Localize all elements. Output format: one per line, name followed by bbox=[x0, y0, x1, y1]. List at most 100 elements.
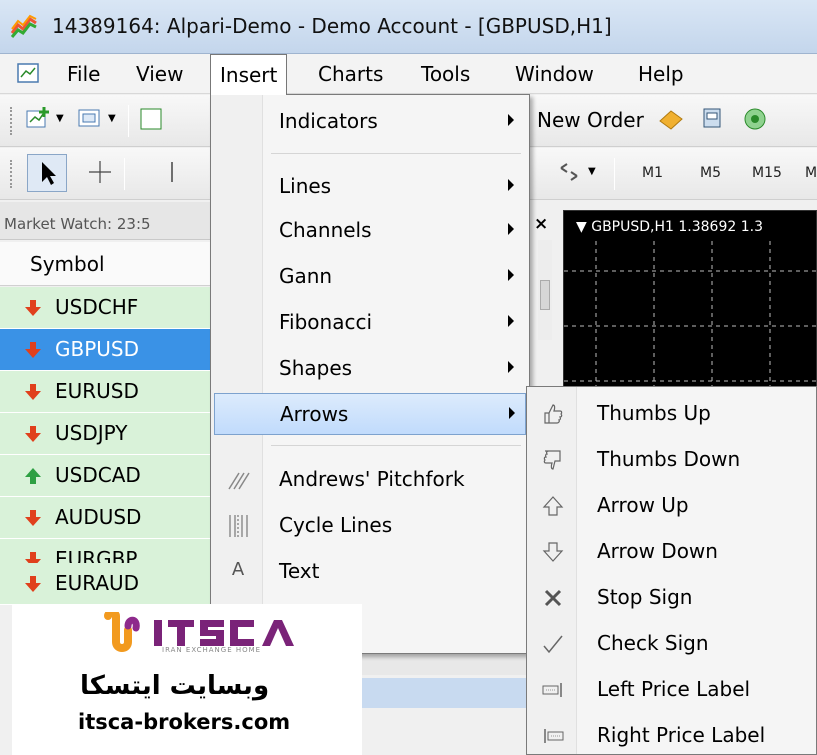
timeframe-m15-button[interactable]: M15 bbox=[752, 165, 782, 181]
menu-tools[interactable]: Tools bbox=[421, 62, 470, 86]
menu-item-label: Arrows bbox=[280, 402, 349, 426]
menu-item-cycle-lines[interactable]: Cycle Lines bbox=[211, 505, 529, 547]
arrow-down-icon bbox=[25, 426, 41, 442]
check-sign-icon bbox=[543, 635, 563, 654]
menu-item-stop-sign[interactable]: Stop Sign bbox=[527, 575, 816, 620]
chevron-down-icon[interactable]: ▼ bbox=[108, 113, 116, 124]
menu-item-thumbs-up[interactable]: Thumbs Up bbox=[527, 391, 816, 436]
expert-advisors-icon[interactable] bbox=[657, 105, 685, 133]
symbol-name: USDJPY bbox=[55, 421, 128, 445]
autotrading-icon[interactable] bbox=[741, 105, 769, 133]
scrollbar-thumb[interactable] bbox=[540, 280, 550, 310]
new-chart-icon[interactable] bbox=[24, 105, 52, 133]
title-bar: 14389164: Alpari-Demo - Demo Account - [… bbox=[0, 0, 817, 54]
close-icon[interactable]: × bbox=[534, 214, 548, 234]
toolbar-grip[interactable] bbox=[10, 107, 14, 135]
arrows-tool-icon[interactable] bbox=[555, 158, 583, 186]
cycle-lines-icon bbox=[229, 515, 248, 537]
menu-item-arrow-up[interactable]: Arrow Up bbox=[527, 483, 816, 528]
table-row[interactable]: USDCAD bbox=[0, 455, 210, 497]
menu-item-arrow-down[interactable]: Arrow Down bbox=[527, 529, 816, 574]
window-title: 14389164: Alpari-Demo - Demo Account - [… bbox=[52, 14, 612, 38]
table-row[interactable]: EURAUD bbox=[0, 563, 210, 605]
itsca-watermark: IRAN EXCHANGE HOME وبسایت ایتسکا itsca-b… bbox=[12, 604, 362, 755]
chevron-down-icon[interactable]: ▼ bbox=[56, 113, 64, 124]
itsca-logo-icon bbox=[104, 612, 140, 652]
profiles-icon[interactable] bbox=[76, 105, 104, 133]
menu-item-right-price-label[interactable]: Right Price Label bbox=[527, 713, 816, 755]
menu-item-thumbs-down[interactable]: Thumbs Down bbox=[527, 437, 816, 482]
menu-file[interactable]: File bbox=[67, 62, 100, 86]
submenu-arrow-icon bbox=[508, 223, 514, 235]
cursor-button[interactable] bbox=[27, 154, 67, 192]
menu-item-shapes[interactable]: Shapes bbox=[211, 348, 529, 390]
menu-item-label: Left Price Label bbox=[597, 677, 751, 701]
menu-item-text[interactable]: A Text bbox=[211, 551, 529, 593]
arrow-up-icon bbox=[542, 496, 564, 516]
timeframe-m1-button[interactable]: M1 bbox=[642, 165, 663, 181]
table-row-selected[interactable]: GBPUSD bbox=[0, 329, 210, 371]
menu-item-label: Stop Sign bbox=[597, 585, 693, 609]
text-icon: A bbox=[231, 559, 245, 580]
timeframe-button[interactable]: M bbox=[805, 165, 817, 181]
menu-item-check-sign[interactable]: Check Sign bbox=[527, 621, 816, 666]
menu-item-gann[interactable]: Gann bbox=[211, 256, 529, 298]
arrow-down-icon bbox=[25, 510, 41, 526]
menu-item-andrews-pitchfork[interactable]: Andrews' Pitchfork bbox=[211, 459, 529, 501]
menu-item-label: Lines bbox=[279, 174, 332, 198]
chart-window[interactable]: ▼ GBPUSD,H1 1.38692 1.3 bbox=[563, 210, 817, 411]
chart-grid bbox=[564, 241, 817, 411]
menu-item-label: Arrow Up bbox=[597, 493, 689, 517]
menu-charts[interactable]: Charts bbox=[318, 62, 383, 86]
arrow-down-icon bbox=[25, 342, 41, 358]
stop-sign-icon bbox=[544, 589, 562, 607]
table-row[interactable]: AUDUSD bbox=[0, 497, 210, 539]
menu-item-lines[interactable]: Lines bbox=[211, 166, 529, 208]
menu-separator bbox=[271, 445, 521, 446]
market-watch-scrollbar[interactable] bbox=[538, 240, 552, 340]
arrow-down-icon bbox=[25, 576, 41, 592]
menu-view[interactable]: View bbox=[136, 62, 183, 86]
table-row[interactable]: USDJPY bbox=[0, 413, 210, 455]
menu-item-label: Right Price Label bbox=[597, 723, 766, 747]
menu-item-left-price-label[interactable]: Left Price Label bbox=[527, 667, 816, 712]
menu-window[interactable]: Window bbox=[515, 62, 594, 86]
menu-item-fibonacci[interactable]: Fibonacci bbox=[211, 302, 529, 344]
new-order-button[interactable]: New Order bbox=[537, 108, 644, 132]
strategy-tester-icon[interactable] bbox=[699, 105, 727, 133]
chart-document-icon[interactable] bbox=[16, 62, 42, 86]
insert-dropdown-menu: Indicators Lines Channels Gann Fibonacci… bbox=[210, 94, 530, 654]
itsca-tagline: IRAN EXCHANGE HOME bbox=[162, 646, 262, 654]
menu-insert[interactable]: Insert bbox=[210, 54, 288, 95]
arrow-down-icon bbox=[542, 542, 564, 562]
toolbar-grip[interactable] bbox=[10, 160, 14, 188]
crosshair-icon[interactable] bbox=[86, 158, 114, 186]
symbol-column-label: Symbol bbox=[30, 252, 105, 276]
vertical-line-icon[interactable] bbox=[158, 158, 186, 186]
timeframe-m5-button[interactable]: M5 bbox=[700, 165, 721, 181]
menu-item-label: Thumbs Down bbox=[597, 447, 741, 471]
menu-item-label: Arrow Down bbox=[597, 539, 718, 563]
table-row[interactable]: USDCHF bbox=[0, 287, 210, 329]
menu-item-label: Shapes bbox=[279, 356, 353, 380]
symbol-name: USDCAD bbox=[55, 463, 141, 487]
table-row[interactable]: EURUSD bbox=[0, 371, 210, 413]
menu-help[interactable]: Help bbox=[638, 62, 684, 86]
arrow-down-icon bbox=[25, 300, 41, 316]
submenu-arrow-icon bbox=[508, 361, 514, 373]
symbol-name: GBPUSD bbox=[55, 337, 140, 361]
menu-item-label: Check Sign bbox=[597, 631, 709, 655]
menu-item-indicators[interactable]: Indicators bbox=[211, 101, 529, 143]
itsca-url: itsca-brokers.com bbox=[78, 710, 291, 734]
menu-item-arrows[interactable]: Arrows bbox=[214, 393, 526, 435]
symbol-name: EURUSD bbox=[55, 379, 139, 403]
arrows-submenu: Thumbs Up Thumbs Down Arrow Up Arrow Dow… bbox=[526, 386, 817, 755]
symbol-name: EURAUD bbox=[55, 571, 140, 595]
market-watch-icon[interactable] bbox=[138, 105, 166, 133]
symbol-column-header[interactable]: Symbol bbox=[0, 242, 210, 286]
chevron-down-icon[interactable]: ▼ bbox=[588, 166, 596, 177]
menu-item-label: Thumbs Up bbox=[597, 401, 711, 425]
menu-item-label: Indicators bbox=[279, 109, 378, 133]
menu-item-channels[interactable]: Channels bbox=[211, 210, 529, 252]
submenu-arrow-icon bbox=[508, 315, 514, 327]
